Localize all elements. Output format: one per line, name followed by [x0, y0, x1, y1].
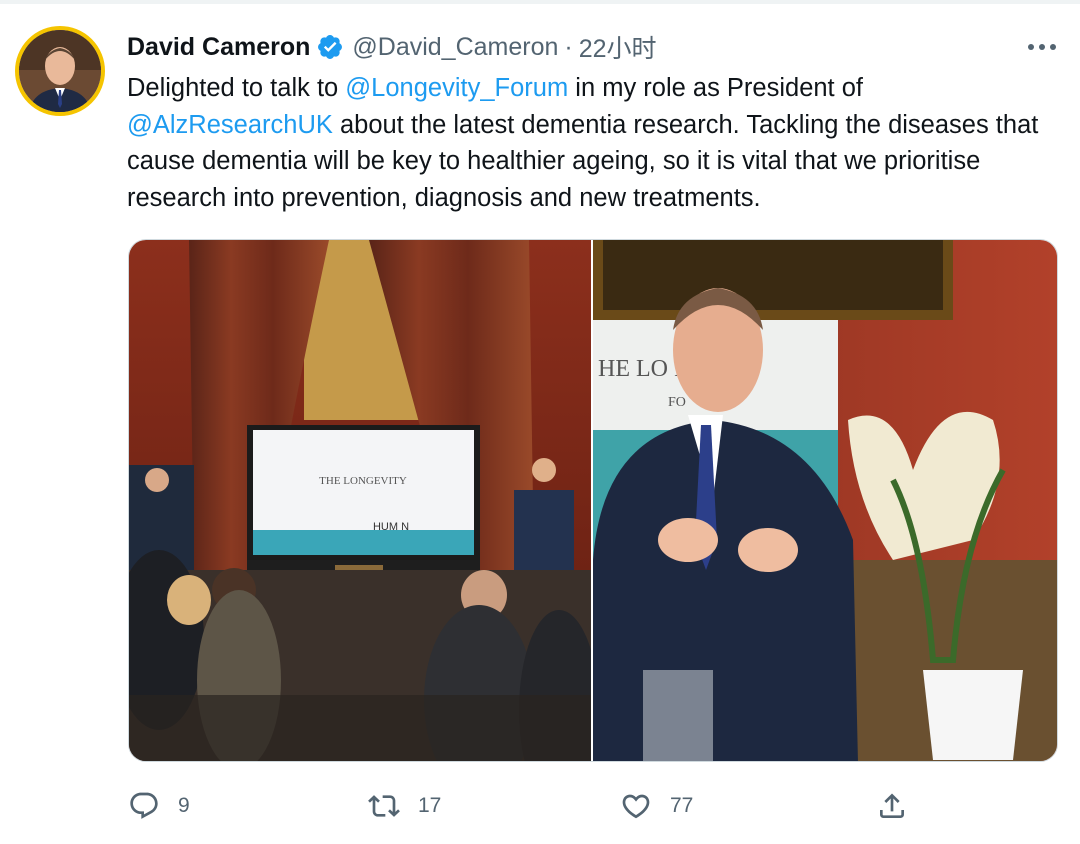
- author-handle[interactable]: @David_Cameron: [352, 33, 558, 62]
- more-icon: [1028, 44, 1056, 50]
- more-options-button[interactable]: [1022, 32, 1062, 62]
- tweet-text-part: in my role as President of: [568, 74, 863, 102]
- top-divider: [0, 0, 1080, 4]
- avatar[interactable]: [15, 26, 105, 116]
- mention-link-longevity-forum[interactable]: @Longevity_Forum: [345, 74, 568, 102]
- mention-link-alzresearchuk[interactable]: @AlzResearchUK: [127, 111, 333, 139]
- tweet-text-part: Delighted to talk to: [127, 74, 346, 102]
- tweet-timestamp[interactable]: 22小时: [579, 29, 657, 65]
- retweet-button[interactable]: 17: [368, 786, 441, 826]
- banner-text-line2: FO: [668, 395, 686, 410]
- like-button[interactable]: 77: [620, 786, 693, 826]
- retweet-count: 17: [418, 794, 442, 817]
- tweet-text: Delighted to talk to @Longevity_Forum in…: [127, 70, 1072, 216]
- screen-title: THE LONGEVITY: [319, 475, 407, 487]
- tweet-actions: 9 17 77: [128, 786, 1058, 826]
- reply-button[interactable]: 9: [128, 786, 190, 826]
- share-icon: [880, 793, 904, 818]
- tweet-header: David Cameron @David_Cameron · 22小时: [127, 30, 657, 64]
- tweet-media: THE LONGEVITY HUM N HE LO ITY FO: [128, 239, 1058, 762]
- retweet-icon: [368, 795, 400, 817]
- share-button[interactable]: [876, 786, 908, 826]
- photo-speaker[interactable]: HE LO ITY FO: [593, 240, 1057, 761]
- header-separator: ·: [564, 32, 573, 61]
- verified-badge-icon: [316, 33, 344, 61]
- reply-icon: [130, 792, 158, 819]
- author-name[interactable]: David Cameron: [127, 33, 310, 62]
- photo-event-room[interactable]: THE LONGEVITY HUM N: [129, 240, 591, 761]
- like-count: 77: [670, 794, 694, 817]
- reply-count: 9: [178, 794, 190, 817]
- screen-logo: HUM N: [373, 521, 409, 533]
- heart-icon: [622, 794, 650, 819]
